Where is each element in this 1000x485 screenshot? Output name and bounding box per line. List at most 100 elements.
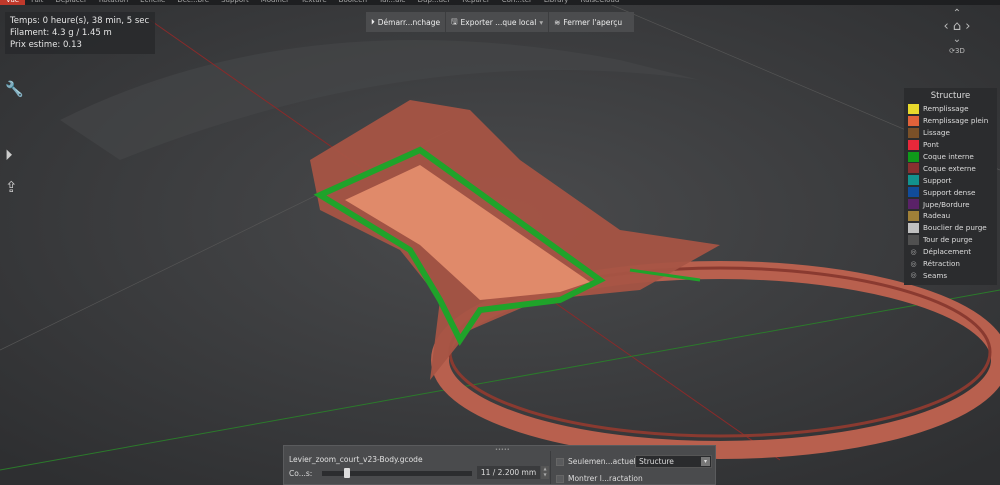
legend-label: Lissage: [923, 128, 950, 138]
legend-item: Pont: [908, 139, 993, 151]
view-navigator: ⌃ ‹ ⌂ › ⌄ ⟳3D: [932, 8, 982, 78]
legend-label: Rétraction: [923, 259, 960, 269]
export-button[interactable]: 🖫 Exporter ...que local ▾: [446, 12, 550, 32]
chevron-down-icon[interactable]: ▾: [539, 18, 543, 27]
menu-item[interactable]: Réparer: [456, 0, 496, 5]
layer-value-field[interactable]: 11 / 2.200 mm: [477, 466, 540, 479]
legend-item: Coque interne: [908, 151, 993, 163]
color-swatch: [908, 210, 919, 221]
legend-item: Coque externe: [908, 162, 993, 174]
color-swatch: [908, 103, 919, 114]
legend-item: Remplissage: [908, 103, 993, 115]
slider-handle[interactable]: [344, 468, 351, 478]
show-retraction-checkbox[interactable]: [556, 475, 564, 483]
menu-item[interactable]: Con...ter: [496, 0, 538, 5]
view-mode-value: Structure: [639, 457, 674, 466]
chevron-down-icon: ▾: [701, 457, 710, 466]
filament-usage: Filament: 4.3 g / 1.45 m: [10, 28, 112, 38]
view-3d-label: 3D: [955, 47, 965, 55]
legend-toggle[interactable]: ◎ Seams: [908, 269, 993, 281]
menu-item[interactable]: Fait: [25, 0, 49, 5]
chevron-right-icon[interactable]: ›: [965, 19, 970, 34]
color-swatch: [908, 199, 919, 210]
legend-label: Support dense: [923, 187, 976, 197]
legend-label: Remplissage: [923, 104, 969, 114]
legend-item: Bouclier de purge: [908, 222, 993, 234]
legend-item: Support: [908, 174, 993, 186]
legend-item: Remplissage plein: [908, 115, 993, 127]
layer-slider[interactable]: [322, 468, 472, 478]
legend-label: Support: [923, 175, 952, 185]
home-icon[interactable]: ⌂: [953, 19, 961, 34]
color-swatch: [908, 234, 919, 245]
rotate-3d-icon[interactable]: ⟳3D: [932, 47, 982, 55]
export-label: Exporter ...que local: [460, 17, 537, 27]
menu-item[interactable]: Rotation: [93, 0, 134, 5]
legend-toggle[interactable]: ◎ Rétraction: [908, 258, 993, 270]
color-swatch: [908, 175, 919, 186]
legend-label: Jupe/Bordure: [923, 199, 970, 209]
eye-hidden-icon[interactable]: ◎: [908, 271, 919, 279]
close-label: Fermer l'aperçu: [563, 17, 623, 27]
save-icon: 🖫: [451, 16, 458, 26]
chevron-down-icon[interactable]: ⌄: [932, 34, 982, 45]
menu-item[interactable]: Dup...uer: [412, 0, 457, 5]
menu-item[interactable]: Library: [538, 0, 574, 5]
chevron-up-icon[interactable]: ⌃: [932, 8, 982, 19]
color-swatch: [908, 187, 919, 198]
print-info-panel: Temps: 0 heure(s), 38 min, 5 sec Filamen…: [5, 12, 155, 54]
3d-viewport[interactable]: [0, 0, 1000, 485]
menu-item[interactable]: Booléen: [333, 0, 373, 5]
close-preview-button[interactable]: ≋ Fermer l'aperçu: [549, 12, 627, 32]
menu-item[interactable]: Support: [215, 0, 255, 5]
menu-item[interactable]: Déplacer: [49, 0, 92, 5]
start-label: Démarr...nchage: [377, 17, 441, 27]
legend-label: Remplissage plein: [923, 116, 989, 126]
start-slicing-button[interactable]: ⏵ Démarr...nchage: [366, 12, 447, 32]
legend-item: Radeau: [908, 210, 993, 222]
color-swatch: [908, 127, 919, 138]
preview-toolbar: ⏵ Démarr...nchage 🖫 Exporter ...que local ▾…: [366, 12, 634, 32]
color-swatch: [908, 115, 919, 126]
legend-item: Tour de purge: [908, 234, 993, 246]
menu-item[interactable]: Modifier: [255, 0, 295, 5]
drag-handle[interactable]: •••••: [495, 447, 510, 453]
legend-label: Bouclier de purge: [923, 223, 987, 233]
legend-item: Support dense: [908, 186, 993, 198]
legend-label: Coque interne: [923, 152, 974, 161]
layer-control-panel: ••••• Levier_zoom_court_v23-Body.gcode C…: [283, 445, 716, 485]
print-time: Temps: 0 heure(s), 38 min, 5 sec: [10, 16, 150, 26]
menu-item[interactable]: Vue: [0, 0, 26, 5]
legend-toggle[interactable]: ◎ Déplacement: [908, 246, 993, 258]
only-current-label: Seulemen...actuelle: [568, 457, 643, 466]
play-circle-icon[interactable]: ⏵: [5, 146, 13, 164]
legend-label: Coque externe: [923, 163, 976, 173]
legend-title: Structure: [930, 91, 971, 101]
menu-item[interactable]: Déc...bre: [171, 0, 215, 5]
wrench-icon[interactable]: 🔧: [5, 80, 24, 98]
color-swatch: [908, 222, 919, 233]
upload-icon[interactable]: ⇪: [5, 178, 18, 196]
divider: [550, 451, 551, 484]
color-swatch: [908, 163, 919, 174]
layers-icon: ≋: [554, 17, 561, 27]
show-retraction-label: Montrer l...ractation: [568, 474, 643, 483]
layer-spinner[interactable]: ▲ ▼: [541, 466, 549, 479]
eye-hidden-icon[interactable]: ◎: [908, 248, 919, 256]
legend-item: Lissage: [908, 127, 993, 139]
legend-label: Déplacement: [923, 247, 972, 257]
menu-item[interactable]: Tai...ale: [373, 0, 412, 5]
color-swatch: [908, 151, 919, 162]
only-current-checkbox[interactable]: [556, 458, 564, 466]
legend-label: Radeau: [923, 211, 951, 221]
menu-item[interactable]: Texture: [295, 0, 333, 5]
legend-panel: Structure Remplissage Remplissage plein Li…: [904, 88, 997, 285]
chevron-left-icon[interactable]: ‹: [944, 19, 949, 34]
legend-item: Jupe/Bordure: [908, 198, 993, 210]
menu-item[interactable]: RaiseCloud: [574, 0, 625, 5]
legend-label: Tour de purge: [923, 235, 973, 245]
play-icon: ⏵: [371, 17, 375, 26]
menu-item[interactable]: Echelle: [134, 0, 171, 5]
view-mode-select[interactable]: Structure ▾: [635, 455, 712, 468]
eye-hidden-icon[interactable]: ◎: [908, 260, 919, 268]
